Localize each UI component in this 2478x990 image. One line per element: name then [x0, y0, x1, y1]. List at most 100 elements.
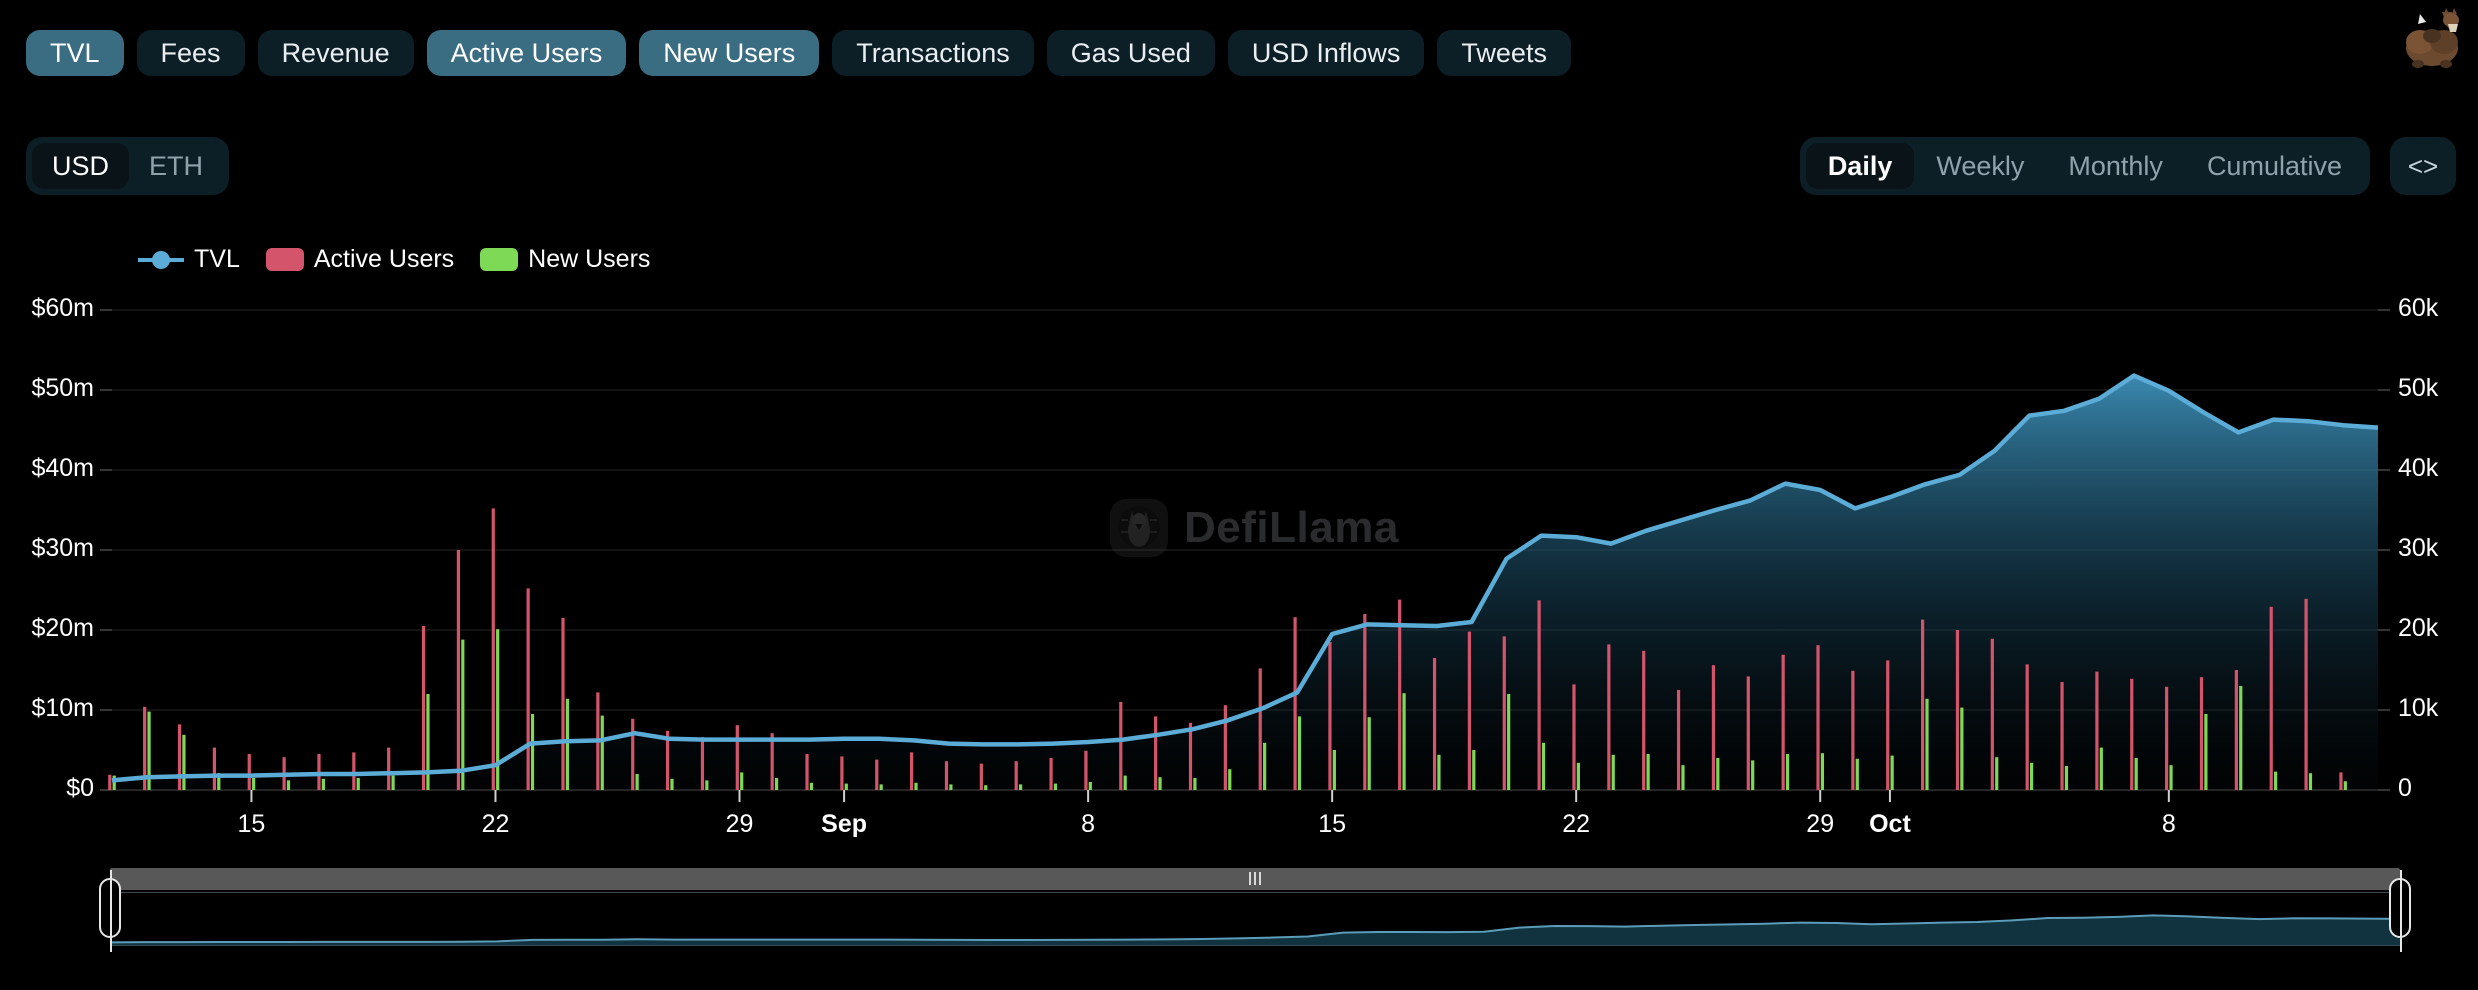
- bar-new-users: [636, 774, 639, 790]
- x-axis-tick-label: 29: [1806, 810, 1834, 839]
- bar-active-users: [1782, 655, 1785, 790]
- bar-active-users: [701, 737, 704, 790]
- range-end-handle[interactable]: [2389, 878, 2411, 938]
- y-axis-left-tick: $20m: [31, 614, 94, 643]
- chart-area[interactable]: $0$10m$20m$30m$40m$50m$60m010k20k30k40k5…: [0, 285, 2478, 845]
- metric-tab-bar: TVL Fees Revenue Active Users New Users Trans…: [26, 30, 1571, 76]
- metric-tab-gas-used[interactable]: Gas Used: [1047, 30, 1215, 76]
- bar-new-users: [740, 772, 743, 790]
- bar-active-users: [980, 764, 983, 790]
- bar-active-users: [1851, 671, 1854, 790]
- bar-new-users: [2135, 758, 2138, 790]
- range-start-handle[interactable]: [99, 878, 121, 938]
- metric-tab-active-users[interactable]: Active Users: [427, 30, 627, 76]
- y-axis-left-tick: $40m: [31, 454, 94, 483]
- legend-item-new-users[interactable]: New Users: [480, 245, 650, 274]
- chart-range-slider[interactable]: [110, 868, 2400, 946]
- defillama-chart-page: TVL Fees Revenue Active Users New Users Trans…: [0, 0, 2478, 990]
- metric-tab-fees[interactable]: Fees: [137, 30, 245, 76]
- bar-new-users: [705, 780, 708, 790]
- range-start-stem: [110, 870, 112, 952]
- interval-option-monthly[interactable]: Monthly: [2046, 143, 2185, 189]
- chart-svg: [0, 285, 2478, 845]
- legend-item-active-users[interactable]: Active Users: [266, 245, 454, 274]
- bar-new-users: [1368, 717, 1371, 790]
- bar-new-users: [670, 779, 673, 790]
- metric-tab-new-users[interactable]: New Users: [639, 30, 819, 76]
- metric-tab-usd-inflows[interactable]: USD Inflows: [1228, 30, 1425, 76]
- bar-new-users: [984, 785, 987, 790]
- y-axis-left-tick: $60m: [31, 294, 94, 323]
- range-slider-grip[interactable]: [1247, 872, 1263, 885]
- embed-code-button[interactable]: <>: [2390, 137, 2456, 195]
- legend-line-marker: [138, 251, 184, 269]
- bar-active-users: [352, 752, 355, 790]
- x-axis-tick-label: 15: [238, 810, 266, 839]
- legend-label: New Users: [528, 245, 650, 274]
- bar-active-users: [1538, 600, 1541, 790]
- bar-new-users: [391, 776, 394, 790]
- bar-active-users: [1503, 636, 1506, 790]
- bar-active-users: [1433, 658, 1436, 790]
- bar-active-users: [1328, 642, 1331, 790]
- bar-active-users: [1677, 690, 1680, 790]
- y-axis-left-tick: $50m: [31, 374, 94, 403]
- metric-tab-revenue[interactable]: Revenue: [258, 30, 414, 76]
- bar-new-users: [1124, 776, 1127, 790]
- bar-new-users: [2204, 714, 2207, 790]
- bar-new-users: [1542, 743, 1545, 790]
- bar-active-users: [422, 626, 425, 790]
- x-axis-tick-label: 8: [2162, 810, 2176, 839]
- range-slider-preview: [110, 892, 2400, 946]
- y-axis-left-tick: $30m: [31, 534, 94, 563]
- currency-option-usd[interactable]: USD: [32, 143, 129, 189]
- bar-new-users: [2344, 781, 2347, 790]
- y-axis-right-tick: 10k: [2398, 694, 2438, 723]
- bar-new-users: [287, 780, 290, 790]
- bar-new-users: [1019, 784, 1022, 790]
- legend-label: TVL: [194, 245, 240, 274]
- llama-mascot-avatar[interactable]: [2396, 2, 2470, 70]
- bar-active-users: [1747, 676, 1750, 790]
- bar-active-users: [457, 550, 460, 790]
- metric-tab-tweets[interactable]: Tweets: [1437, 30, 1571, 76]
- y-axis-right-tick: 30k: [2398, 534, 2438, 563]
- bar-active-users: [2060, 682, 2063, 790]
- bar-active-users: [2270, 607, 2273, 790]
- x-axis-tick-label: Oct: [1869, 810, 1911, 839]
- bar-new-users: [1925, 699, 1928, 790]
- chart-legend: TVL Active Users New Users: [138, 245, 650, 274]
- legend-item-tvl[interactable]: TVL: [138, 245, 240, 274]
- bar-new-users: [2030, 763, 2033, 790]
- interval-option-cumulative[interactable]: Cumulative: [2185, 143, 2364, 189]
- bar-active-users: [2339, 772, 2342, 790]
- metric-tab-transactions[interactable]: Transactions: [832, 30, 1034, 76]
- range-end-stem: [2400, 870, 2402, 952]
- tvl-area-fill: [112, 376, 2378, 790]
- bar-new-users: [1054, 784, 1057, 790]
- x-axis-tick-label: 15: [1318, 810, 1346, 839]
- bar-active-users: [805, 754, 808, 790]
- bar-active-users: [248, 754, 251, 790]
- metric-tab-tvl[interactable]: TVL: [26, 30, 124, 76]
- interval-option-weekly[interactable]: Weekly: [1914, 143, 2046, 189]
- bar-new-users: [461, 640, 464, 790]
- bar-new-users: [113, 776, 116, 790]
- bar-new-users: [914, 783, 917, 790]
- bar-active-users: [178, 724, 181, 790]
- bar-new-users: [845, 784, 848, 790]
- x-axis-tick-label: 22: [482, 810, 510, 839]
- bar-active-users: [1224, 705, 1227, 790]
- interval-option-daily[interactable]: Daily: [1806, 143, 1915, 189]
- bar-new-users: [1995, 757, 1998, 790]
- bar-active-users: [1886, 660, 1889, 790]
- currency-option-eth[interactable]: ETH: [129, 143, 223, 189]
- x-axis-tick-label: 8: [1081, 810, 1095, 839]
- bar-active-users: [1154, 716, 1157, 790]
- range-slider-bar[interactable]: [110, 868, 2400, 890]
- bar-new-users: [1472, 750, 1475, 790]
- bar-new-users: [2274, 772, 2277, 790]
- bar-new-users: [1089, 782, 1092, 790]
- interval-toggle: DailyWeeklyMonthlyCumulative: [1800, 137, 2370, 195]
- y-axis-right-tick: 20k: [2398, 614, 2438, 643]
